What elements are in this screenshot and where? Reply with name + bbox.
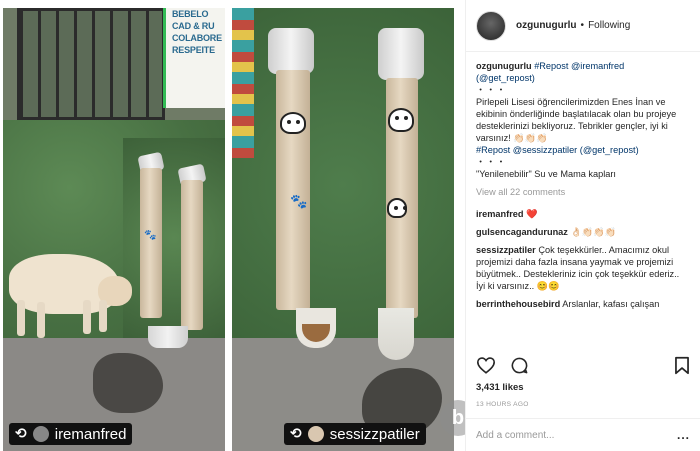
dog-leg [83, 300, 91, 334]
caption: ozgunugurlu #Repost @iremanfred (@get_re… [476, 60, 690, 180]
green-wall-patch [123, 138, 225, 338]
comment-text: 👌🏻👏🏻👏🏻👏🏻 [570, 227, 617, 237]
wall-sign: BEBELO CAD & RU COLABORE RESPEITE [163, 8, 225, 108]
author-username[interactable]: ozgunugurlu [516, 20, 577, 31]
photo-panel-right: 🐾 ⟲ sessizzpatiler [232, 8, 454, 451]
sign-line: BEBELO [172, 9, 209, 19]
comment-username[interactable]: berrinthehousebird [476, 299, 560, 309]
sign-line: RESPEITE [172, 45, 215, 55]
action-bar [466, 350, 700, 380]
water-bowl [148, 326, 188, 348]
repost-username: sessizzpatiler [329, 425, 420, 443]
like-count[interactable]: 3,431 likes [476, 382, 524, 393]
follow-status-button[interactable]: Following [588, 20, 630, 31]
comment-text: ❤️ [526, 209, 538, 219]
caption-text: Pirlepeli Lisesi öğrencilerimizden Enes … [476, 97, 677, 143]
bookmark-icon[interactable] [674, 356, 690, 375]
comment-item: gulsencagandurunaz 👌🏻👏🏻👏🏻👏🏻 [476, 226, 690, 238]
post-timestamp[interactable]: 13 HOURS AGO [476, 401, 529, 408]
pipe-cap [268, 28, 314, 74]
heart-icon[interactable] [476, 356, 496, 374]
add-comment-input[interactable] [476, 429, 666, 441]
water-pipe [181, 180, 203, 330]
post-photo[interactable]: BEBELO CAD & RU COLABORE RESPEITE 🐾 ⟲ ir… [0, 0, 466, 451]
paw-print-icon: 🐾 [144, 230, 157, 241]
sign-line: CAD & RU [172, 21, 215, 31]
water-bowl [378, 308, 414, 360]
comment-item: iremanfred ❤️ [476, 208, 690, 220]
repost-icon: ⟲ [290, 426, 302, 442]
comment-username[interactable]: iremanfred [476, 209, 524, 219]
author-avatar[interactable] [476, 10, 506, 41]
comment-text: Arslanlar, kafası çalışan [562, 299, 660, 309]
paw-print-icon: 🐾 [290, 194, 308, 210]
post-sidebar: ozgunugurlu • Following ozgunugurlu #Rep… [466, 0, 700, 451]
caption-divider: ・・・ [476, 85, 507, 95]
comment-item: berrinthehousebird Arslanlar, kafası çal… [476, 298, 690, 310]
dog-leg [99, 300, 107, 332]
caption-mention[interactable]: (@get_repost) [476, 73, 535, 83]
comments-section: ozgunugurlu #Repost @iremanfred (@get_re… [466, 60, 700, 342]
comment-username[interactable]: gulsencagandurunaz [476, 227, 568, 237]
repost-username: iremanfred [54, 425, 127, 443]
avatar [32, 426, 49, 442]
more-options-button[interactable]: ... [677, 428, 690, 442]
repost-credit-right[interactable]: ⟲ sessizzpatiler [284, 423, 426, 445]
dog-leg [17, 300, 25, 336]
cat-dog-decal-icon [280, 112, 306, 134]
caption-hashtag[interactable]: #Repost @iremanfred [534, 61, 624, 71]
comment-item: sessizzpatiler Çok teşekkürler.. Amacımı… [476, 244, 690, 292]
comment-icon[interactable] [510, 356, 529, 375]
feeder-pipe [140, 168, 162, 318]
photo-panel-left: BEBELO CAD & RU COLABORE RESPEITE 🐾 ⟲ ir… [3, 8, 225, 451]
comment-username[interactable]: sessizzpatiler [476, 245, 536, 255]
shelf [232, 8, 254, 158]
add-comment-bar: ... [466, 418, 700, 451]
post-header: ozgunugurlu • Following [466, 0, 700, 52]
repost-credit-left[interactable]: ⟲ iremanfred [9, 423, 133, 445]
caption-author[interactable]: ozgunugurlu [476, 61, 532, 71]
repost-icon: ⟲ [15, 426, 27, 442]
pipe-cap [378, 28, 424, 80]
dog-decal-icon [388, 108, 414, 132]
dog-silhouette-icon [387, 198, 407, 218]
sign-line: COLABORE [172, 33, 222, 43]
dog-leg [37, 302, 45, 338]
caption-quote: "Yenilenebilir" Su ve Mama kapları [476, 169, 616, 179]
avatar [307, 426, 324, 442]
feeder-pipe [276, 70, 310, 310]
separator-dot: • [580, 20, 585, 31]
window-grille [17, 8, 165, 120]
view-all-comments-link[interactable]: View all 22 comments [476, 186, 690, 198]
caption-repost-tag[interactable]: #Repost @sessizzpatiler (@get_repost) [476, 145, 639, 155]
caption-divider: ・・・ [476, 157, 507, 167]
